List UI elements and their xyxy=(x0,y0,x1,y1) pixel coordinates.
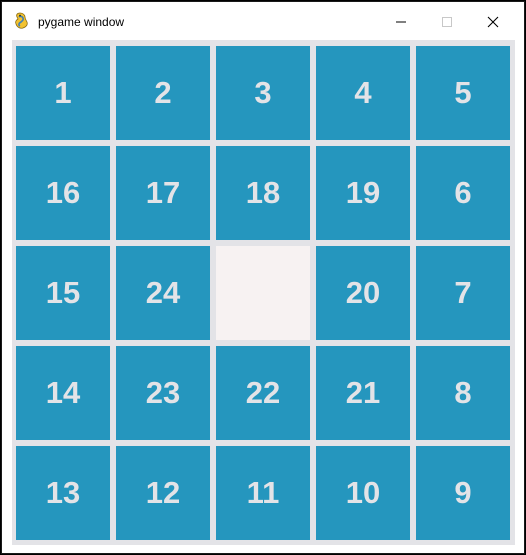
puzzle-tile[interactable]: 22 xyxy=(216,346,310,440)
puzzle-tile[interactable]: 19 xyxy=(316,146,410,240)
close-button[interactable] xyxy=(470,2,516,40)
puzzle-tile[interactable]: 9 xyxy=(416,446,510,540)
empty-tile[interactable] xyxy=(216,246,310,340)
minimize-icon xyxy=(396,21,406,23)
pygame-snake-icon xyxy=(14,12,30,30)
puzzle-board: 1 2 3 4 5 16 17 18 19 6 15 24 20 7 14 23 22 21 8 13 12 11 10 9 xyxy=(12,40,515,545)
puzzle-tile[interactable]: 11 xyxy=(216,446,310,540)
tile-number: 21 xyxy=(345,375,381,410)
puzzle-tile[interactable]: 17 xyxy=(116,146,210,240)
puzzle-tile[interactable]: 2 xyxy=(116,46,210,140)
puzzle-tile[interactable]: 15 xyxy=(16,246,110,340)
tile-number: 11 xyxy=(246,475,280,510)
tile-number: 8 xyxy=(454,375,472,410)
puzzle-tile[interactable]: 14 xyxy=(16,346,110,440)
puzzle-tile[interactable]: 6 xyxy=(416,146,510,240)
tile-number: 3 xyxy=(254,75,272,110)
puzzle-tile[interactable]: 4 xyxy=(316,46,410,140)
tile-number: 20 xyxy=(345,275,381,310)
tile-number: 2 xyxy=(154,75,172,110)
tile-number: 6 xyxy=(454,175,472,210)
puzzle-tile[interactable]: 1 xyxy=(16,46,110,140)
tile-number: 4 xyxy=(354,75,372,110)
maximize-button[interactable] xyxy=(424,2,470,40)
close-icon xyxy=(487,16,499,28)
tile-number: 19 xyxy=(345,175,381,210)
puzzle-tile[interactable]: 16 xyxy=(16,146,110,240)
title-bar[interactable]: pygame window xyxy=(2,2,524,40)
puzzle-tile[interactable]: 8 xyxy=(416,346,510,440)
window-title: pygame window xyxy=(38,15,125,29)
tile-number: 14 xyxy=(45,375,81,410)
tile-number: 23 xyxy=(145,375,181,410)
puzzle-tile[interactable]: 23 xyxy=(116,346,210,440)
puzzle-tile[interactable]: 20 xyxy=(316,246,410,340)
pygame-window: pygame window 1 2 3 4 5 16 17 18 19 6 15 24 20 7 14 23 2… xyxy=(1,1,525,554)
tile-number: 16 xyxy=(45,175,81,210)
tile-number: 9 xyxy=(454,475,472,510)
puzzle-tile[interactable]: 21 xyxy=(316,346,410,440)
puzzle-tile[interactable]: 10 xyxy=(316,446,410,540)
maximize-icon xyxy=(442,17,452,27)
tile-number: 17 xyxy=(145,175,181,210)
tile-number: 7 xyxy=(454,275,472,310)
tile-number: 18 xyxy=(245,175,281,210)
tile-number: 10 xyxy=(345,475,381,510)
tile-number: 24 xyxy=(145,275,181,310)
tile-number: 15 xyxy=(45,275,81,310)
puzzle-tile[interactable]: 18 xyxy=(216,146,310,240)
tile-number: 12 xyxy=(145,475,181,510)
minimize-button[interactable] xyxy=(378,2,424,40)
tile-number: 1 xyxy=(54,75,72,110)
puzzle-tile[interactable]: 24 xyxy=(116,246,210,340)
tile-number: 22 xyxy=(245,375,281,410)
tile-number: 13 xyxy=(45,475,81,510)
puzzle-tile[interactable]: 13 xyxy=(16,446,110,540)
puzzle-tile[interactable]: 12 xyxy=(116,446,210,540)
puzzle-tile[interactable]: 3 xyxy=(216,46,310,140)
puzzle-tile[interactable]: 5 xyxy=(416,46,510,140)
puzzle-tile[interactable]: 7 xyxy=(416,246,510,340)
tile-number: 5 xyxy=(454,75,472,110)
